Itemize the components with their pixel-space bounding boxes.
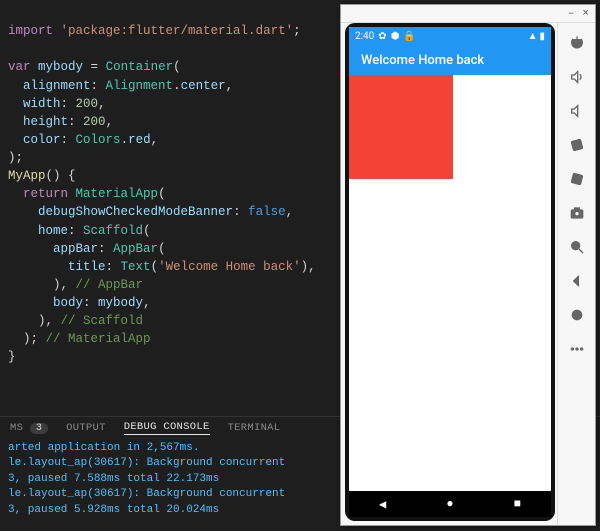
emulator-titlebar: – × xyxy=(341,5,595,23)
val-height: 200 xyxy=(83,115,106,129)
back-icon[interactable] xyxy=(567,271,587,291)
str-title: 'Welcome Home back' xyxy=(158,260,301,274)
signal-icon: ▲ xyxy=(528,31,538,42)
appbar-title: Welcome Home back xyxy=(361,53,484,68)
val-red: red xyxy=(128,133,151,147)
rotate-left-icon[interactable] xyxy=(567,135,587,155)
class-materialapp: MaterialApp xyxy=(76,187,159,201)
red-container xyxy=(349,75,453,179)
prop-title: title xyxy=(68,260,106,274)
rotate-right-icon[interactable] xyxy=(567,169,587,189)
app-appbar: Welcome Home back xyxy=(349,45,551,75)
app-body xyxy=(349,75,551,491)
class-alignment: Alignment xyxy=(106,79,174,93)
prop-width: width xyxy=(23,97,61,111)
class-container: Container xyxy=(106,60,174,74)
code-editor[interactable]: import 'package:flutter/material.dart'; … xyxy=(0,0,340,371)
device-screen[interactable]: 2:40 ✿ ⬢ 🔒 ▲ ▮ Welcome Home back ◀ ● ■ xyxy=(349,27,551,517)
nav-back-icon[interactable]: ◀ xyxy=(379,497,386,512)
tab-output[interactable]: OUTPUT xyxy=(66,422,106,434)
nav-home-icon[interactable]: ● xyxy=(446,497,453,511)
window-minimize-button[interactable]: – xyxy=(568,8,575,20)
status-time: 2:40 xyxy=(355,31,374,42)
problems-count-badge: 3 xyxy=(30,423,48,434)
keyword-return: return xyxy=(23,187,68,201)
battery-icon: ▮ xyxy=(539,31,545,42)
tab-debug-console[interactable]: DEBUG CONSOLE xyxy=(124,421,210,435)
tab-terminal[interactable]: TERMINAL xyxy=(228,422,281,434)
device-frame: 2:40 ✿ ⬢ 🔒 ▲ ▮ Welcome Home back ◀ ● ■ xyxy=(345,23,555,521)
home-icon[interactable] xyxy=(567,305,587,325)
comment-materialapp: // MaterialApp xyxy=(46,332,151,346)
more-icon[interactable] xyxy=(567,339,587,359)
fn-myapp: MyApp xyxy=(8,169,46,183)
volume-up-icon[interactable] xyxy=(567,67,587,87)
val-center: center xyxy=(181,79,226,93)
import-path: 'package:flutter/material.dart' xyxy=(61,24,294,38)
nav-recent-icon[interactable]: ■ xyxy=(514,497,521,511)
bug-icon: ⬢ xyxy=(391,31,400,42)
prop-alignment: alignment xyxy=(23,79,91,93)
android-statusbar: 2:40 ✿ ⬢ 🔒 ▲ ▮ xyxy=(349,27,551,45)
prop-color: color xyxy=(23,133,61,147)
camera-icon[interactable] xyxy=(567,203,587,223)
zoom-icon[interactable] xyxy=(567,237,587,257)
keyword-import: import xyxy=(8,24,53,38)
prop-height: height xyxy=(23,115,68,129)
class-appbar: AppBar xyxy=(113,242,158,256)
prop-home: home xyxy=(38,224,68,238)
tab-problems[interactable]: MS 3 xyxy=(10,422,48,434)
prop-debugbanner: debugShowCheckedModeBanner xyxy=(38,205,233,219)
class-colors: Colors xyxy=(76,133,121,147)
prop-body: body xyxy=(53,296,83,310)
class-text: Text xyxy=(121,260,151,274)
emulator-window: – × 2:40 ✿ ⬢ 🔒 ▲ ▮ Welcome Home back xyxy=(340,4,596,526)
volume-down-icon[interactable] xyxy=(567,101,587,121)
power-icon[interactable] xyxy=(567,33,587,53)
comment-appbar: // AppBar xyxy=(76,278,144,292)
class-scaffold: Scaffold xyxy=(83,224,143,238)
android-navbar: ◀ ● ■ xyxy=(349,491,551,517)
tab-problems-label: MS xyxy=(10,422,23,434)
window-close-button[interactable]: × xyxy=(582,8,589,20)
gear-icon: ✿ xyxy=(378,31,386,42)
val-width: 200 xyxy=(76,97,99,111)
val-mybody: mybody xyxy=(98,296,143,310)
prop-appbar: appBar xyxy=(53,242,98,256)
comment-scaffold: // Scaffold xyxy=(61,314,144,328)
emulator-toolbar xyxy=(557,23,595,525)
lock-icon: 🔒 xyxy=(403,31,415,42)
val-false: false xyxy=(248,205,286,219)
var-mybody: mybody xyxy=(38,60,83,74)
keyword-var: var xyxy=(8,60,31,74)
